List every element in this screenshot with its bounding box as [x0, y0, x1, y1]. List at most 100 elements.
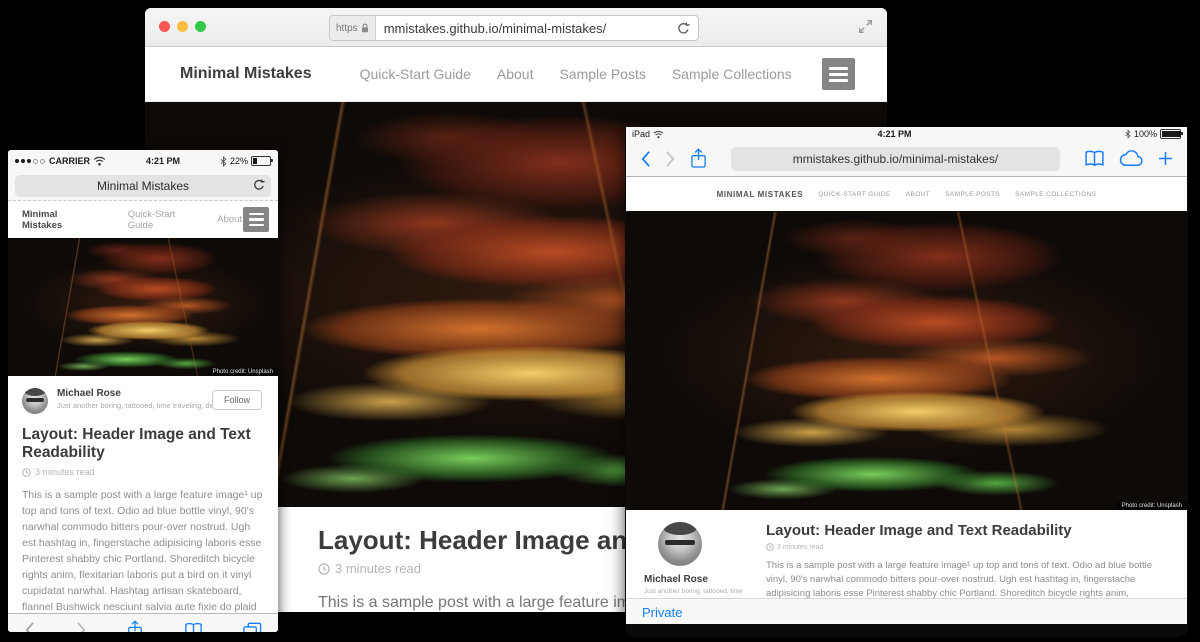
ipad-post-content: Michael Rose Just another boring, tattoo… — [626, 510, 1187, 598]
post-title: Layout: Header Image and Text Readabilit… — [22, 426, 264, 462]
safari-bottom-toolbar — [8, 613, 278, 632]
share-icon — [690, 148, 707, 169]
iphone-site-nav: Minimal Mistakes Quick-Start Guide About — [8, 201, 278, 238]
author-block: Michael Rose Just another boring, tattoo… — [22, 388, 264, 414]
ipad-site-nav: Minimal Mistakes Quick-Start Guide About… — [626, 177, 1187, 212]
private-button[interactable]: Private — [642, 605, 682, 620]
new-tab-button[interactable] — [1158, 151, 1173, 166]
post-paragraph: This is a sample post with a large featu… — [766, 559, 1166, 598]
back-icon — [640, 150, 651, 168]
post-title: Layout: Header Image and Text Readabilit… — [766, 522, 1166, 539]
hamburger-icon — [829, 67, 848, 70]
url-text: mmistakes.github.io/minimal-mistakes/ — [793, 152, 998, 166]
nav-link-sample-collections[interactable]: Sample Collections — [672, 66, 792, 82]
post-meta: 3 minutes read — [766, 543, 1166, 551]
browser-chrome-bar: https mmistakes.github.io/minimal-mistak… — [145, 8, 887, 47]
bookmarks-icon — [184, 622, 203, 632]
author-block: Michael Rose Just another boring, tattoo… — [644, 522, 754, 596]
reload-button[interactable] — [253, 179, 265, 191]
close-window-button[interactable] — [159, 21, 170, 32]
nav-link-quick-start[interactable]: Quick-Start Guide — [360, 66, 471, 82]
composite-canvas: https mmistakes.github.io/minimal-mistak… — [0, 0, 1200, 642]
iphone-address-bar[interactable]: Minimal Mistakes — [15, 175, 271, 197]
tabs-icon — [243, 622, 262, 632]
minimize-window-button[interactable] — [177, 21, 188, 32]
site-brand-link[interactable]: Minimal Mistakes — [180, 65, 312, 83]
share-button[interactable] — [127, 620, 143, 632]
tabs-button[interactable] — [243, 622, 262, 632]
battery-icon — [251, 156, 271, 166]
https-label: https — [336, 23, 358, 34]
nav-link-quick-start[interactable]: Quick-Start Guide — [128, 209, 195, 231]
hamburger-menu-button[interactable] — [243, 207, 269, 232]
hamburger-menu-button[interactable] — [822, 58, 855, 90]
read-time: 3 minutes read — [335, 561, 421, 576]
signal-strength-icon — [15, 159, 45, 164]
status-time: 4:21 PM — [664, 129, 1125, 139]
lock-icon — [361, 23, 369, 33]
battery-icon — [1160, 129, 1181, 139]
hamburger-icon — [249, 213, 264, 216]
bluetooth-icon — [220, 156, 227, 167]
desktop-address-bar[interactable]: https mmistakes.github.io/minimal-mistak… — [329, 15, 699, 41]
photo-credit: Photo credit: Unsplash — [208, 368, 278, 376]
forward-button[interactable] — [665, 150, 676, 168]
window-controls — [159, 21, 206, 32]
device-label: iPad — [632, 129, 650, 139]
author-avatar — [22, 388, 48, 414]
bookmarks-button[interactable] — [184, 622, 203, 632]
follow-button[interactable]: Follow — [212, 390, 262, 410]
photo-credit: Photo credit: Unsplash — [1117, 502, 1187, 510]
site-brand-link[interactable]: Minimal Mistakes — [22, 209, 92, 231]
bluetooth-icon — [1125, 129, 1131, 139]
plus-icon — [1158, 151, 1173, 166]
nav-link-about[interactable]: About — [217, 214, 242, 225]
author-name: Michael Rose — [644, 574, 754, 585]
reload-icon — [253, 179, 265, 191]
back-button[interactable] — [640, 150, 651, 168]
iphone-url-bar-row: Minimal Mistakes — [8, 172, 278, 201]
bookmarks-icon — [1084, 150, 1105, 167]
nav-link-sample-collections[interactable]: Sample Collections — [1015, 191, 1096, 198]
icloud-tabs-button[interactable] — [1119, 150, 1144, 167]
reload-button[interactable] — [669, 22, 698, 35]
wifi-icon — [653, 130, 664, 139]
reload-icon — [677, 22, 690, 35]
nav-link-sample-posts[interactable]: Sample Posts — [559, 66, 645, 82]
post-meta: 3 minutes read — [22, 467, 264, 477]
nav-link-sample-posts[interactable]: Sample Posts — [945, 191, 1000, 198]
nav-link-about[interactable]: About — [906, 191, 930, 198]
clock-icon — [22, 468, 31, 477]
read-time: 3 minutes read — [777, 544, 823, 551]
clock-icon — [766, 543, 774, 551]
share-button[interactable] — [690, 148, 707, 169]
url-title: Minimal Mistakes — [15, 179, 271, 193]
url-text: mmistakes.github.io/minimal-mistakes/ — [376, 21, 669, 36]
forward-icon — [665, 150, 676, 168]
desktop-site-nav: Minimal Mistakes Quick-Start Guide About… — [145, 47, 887, 102]
post-paragraph: This is a sample post with a large featu… — [22, 487, 264, 613]
clock-icon — [318, 563, 330, 575]
forward-button[interactable] — [76, 621, 87, 632]
back-icon — [24, 621, 35, 632]
site-brand-link[interactable]: Minimal Mistakes — [717, 190, 804, 199]
battery-percent: 100% — [1134, 129, 1157, 139]
nav-link-quick-start[interactable]: Quick-Start Guide — [818, 191, 891, 198]
nav-link-about[interactable]: About — [497, 66, 534, 82]
zoom-window-button[interactable] — [195, 21, 206, 32]
expand-icon — [858, 19, 873, 34]
author-bio: Just another boring, tattooed, time trav… — [57, 401, 236, 410]
share-icon — [127, 620, 143, 632]
author-avatar — [658, 522, 702, 566]
https-badge: https — [330, 16, 376, 40]
iphone-post-content: Michael Rose Just another boring, tattoo… — [8, 376, 278, 613]
safari-toolbar: mmistakes.github.io/minimal-mistakes/ — [626, 141, 1187, 177]
fullscreen-button[interactable] — [858, 19, 873, 34]
battery-percent: 22% — [230, 156, 248, 166]
feature-image: Photo credit: Unsplash — [8, 238, 278, 376]
ipad-address-bar[interactable]: mmistakes.github.io/minimal-mistakes/ — [731, 147, 1060, 171]
read-time: 3 minutes read — [35, 467, 95, 477]
back-button[interactable] — [24, 621, 35, 632]
wifi-icon — [93, 156, 106, 166]
bookmarks-button[interactable] — [1084, 150, 1105, 167]
